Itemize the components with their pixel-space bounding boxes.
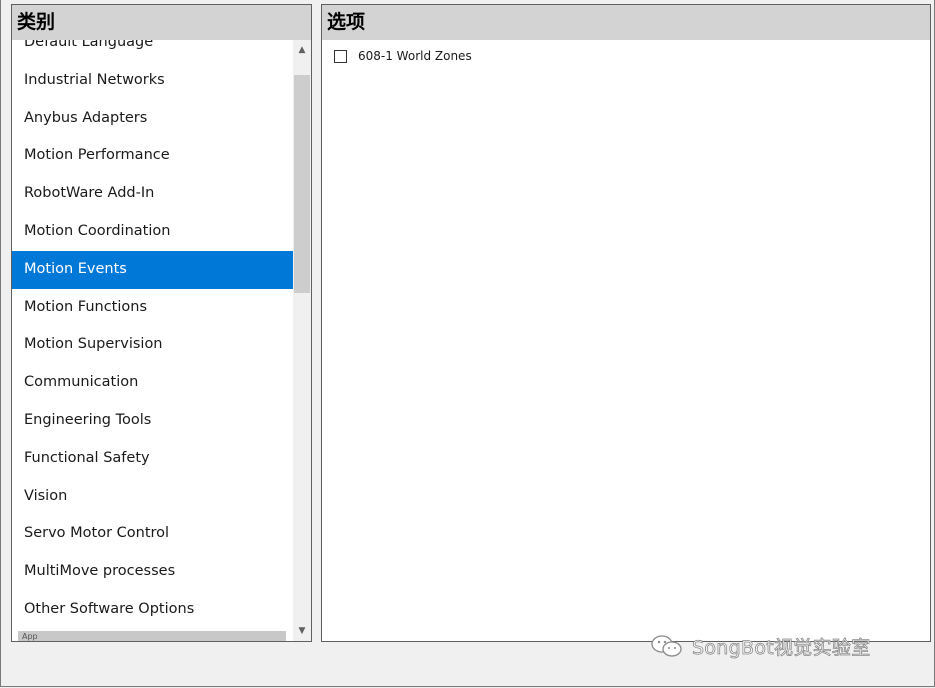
category-item-anybus-adapters[interactable]: Anybus Adapters (12, 100, 293, 138)
category-item-communication[interactable]: Communication (12, 364, 293, 402)
options-header: 选项 (322, 5, 930, 40)
categories-list: Default Language Industrial Networks Any… (12, 40, 293, 629)
categories-header: 类别 (12, 5, 311, 40)
category-item-industrial-networks[interactable]: Industrial Networks (12, 62, 293, 100)
category-item-engineering-tools[interactable]: Engineering Tools (12, 402, 293, 440)
category-item-default-language[interactable]: Default Language (12, 40, 293, 62)
wechat-icon (650, 634, 684, 658)
categories-panel: 类别 Default Language Industrial Networks … (11, 4, 312, 642)
options-panel: 选项 608-1 World Zones (321, 4, 931, 642)
category-item-motion-events[interactable]: Motion Events (12, 250, 293, 289)
category-item-functional-safety[interactable]: Functional Safety (12, 440, 293, 478)
category-item-multimove-processes[interactable]: MultiMove processes (12, 553, 293, 591)
category-item-app-partial[interactable]: App (18, 631, 286, 641)
categories-list-viewport: Default Language Industrial Networks Any… (12, 40, 293, 641)
scrollbar-thumb[interactable] (294, 75, 310, 293)
categories-scrollbar[interactable]: ▲ ▼ (293, 40, 311, 641)
category-item-other-software-options[interactable]: Other Software Options (12, 591, 293, 629)
category-item-motion-supervision[interactable]: Motion Supervision (12, 326, 293, 364)
category-item-motion-performance[interactable]: Motion Performance (12, 137, 293, 175)
scroll-down-arrow-icon[interactable]: ▼ (293, 623, 311, 641)
option-checkbox[interactable] (334, 49, 347, 63)
category-item-robotware-add-in[interactable]: RobotWare Add-In (12, 175, 293, 213)
option-label: 608-1 World Zones (358, 49, 472, 63)
category-item-motion-coordination[interactable]: Motion Coordination (12, 213, 293, 251)
option-608-1-world-zones[interactable]: 608-1 World Zones (334, 48, 472, 64)
watermark-text: SongBot视觉实验室 (692, 636, 871, 659)
watermark: SongBot视觉实验室 (650, 632, 871, 660)
scroll-up-arrow-icon[interactable]: ▲ (293, 40, 311, 58)
category-item-motion-functions[interactable]: Motion Functions (12, 289, 293, 327)
category-item-servo-motor-control[interactable]: Servo Motor Control (12, 515, 293, 553)
category-item-vision[interactable]: Vision (12, 478, 293, 516)
